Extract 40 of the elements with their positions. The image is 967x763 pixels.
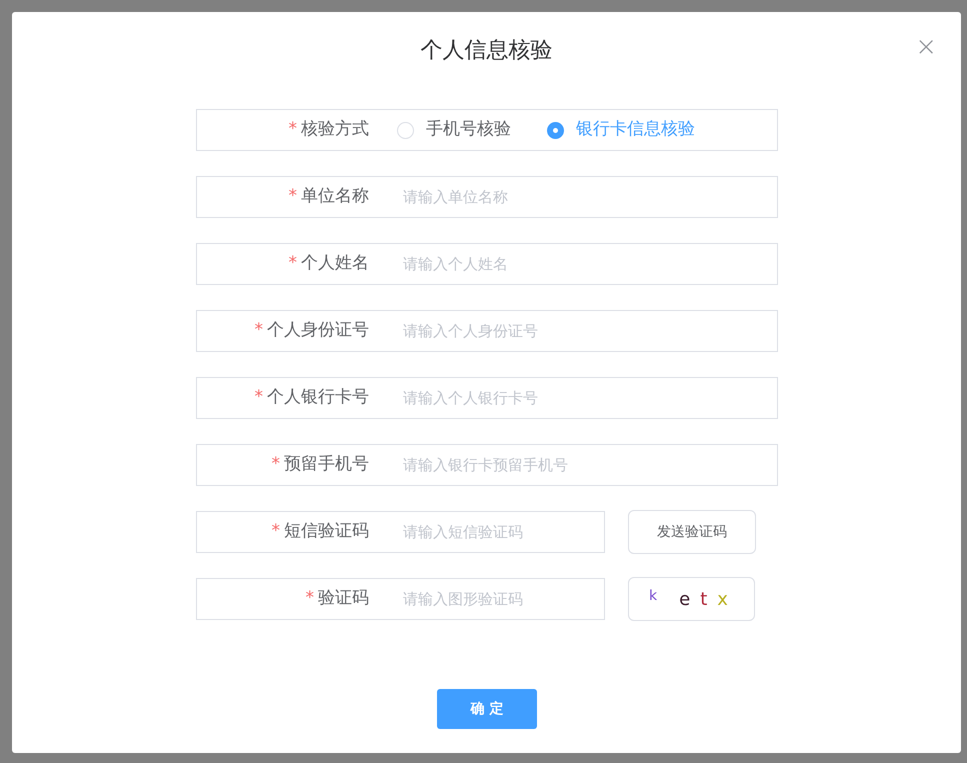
field-label: 核验方式 [301,119,369,140]
field-label: 单位名称 [301,186,369,206]
form-field[interactable]: * 预留手机号 请输入银行卡预留手机号 [196,444,778,486]
required-mark: * [254,320,263,340]
radio-label[interactable]: 手机号核验 [426,117,511,143]
form-field[interactable]: * 个人银行卡号 请输入个人银行卡号 [196,377,778,419]
required-mark: * [288,186,297,206]
required-mark: * [272,454,280,474]
input-field[interactable]: 请输入个人银行卡号 [383,379,777,417]
radio-button[interactable] [547,122,564,138]
input-field[interactable]: 请输入单位名称 [383,178,777,216]
required-mark: * [272,521,280,542]
dialog-title: 个人信息核验 [420,37,552,65]
input-field[interactable]: 请输入银行卡预留手机号 [383,446,777,484]
form-field[interactable]: * 短信验证码 请输入短信验证码 [196,511,605,553]
field-label: 验证码 [318,588,369,608]
captcha-char: e [679,588,690,612]
captcha-char: x [717,588,728,612]
form-field[interactable]: * 单位名称 请输入单位名称 [196,176,778,218]
captcha-image[interactable]: k e t x [628,577,755,621]
field-label: 预留手机号 [284,454,369,474]
input-field[interactable]: 请输入短信验证码 [383,513,604,551]
field-label: 短信验证码 [284,521,369,542]
captcha-char: t [700,588,708,612]
input-field[interactable]: 请输入个人身份证号 [383,312,777,350]
field-label: 个人身份证号 [267,320,369,340]
required-mark: * [288,253,297,274]
required-mark: * [288,119,297,140]
required-mark: * [254,387,263,408]
form-field[interactable]: * 个人姓名 请输入个人姓名 [196,243,778,285]
input-field[interactable]: 请输入图形验证码 [383,580,604,618]
captcha-char: k [649,586,658,606]
form-field[interactable]: * 验证码 请输入图形验证码 [196,578,605,620]
send-code-button[interactable]: 发送验证码 [628,510,756,554]
close-button[interactable]: × [915,34,937,60]
input-field[interactable]: 请输入个人姓名 [383,245,777,283]
field-label: 个人银行卡号 [267,387,369,408]
required-mark: * [306,588,314,608]
field-label: 个人姓名 [301,253,369,274]
form-field[interactable]: * 个人身份证号 请输入个人身份证号 [196,310,778,352]
